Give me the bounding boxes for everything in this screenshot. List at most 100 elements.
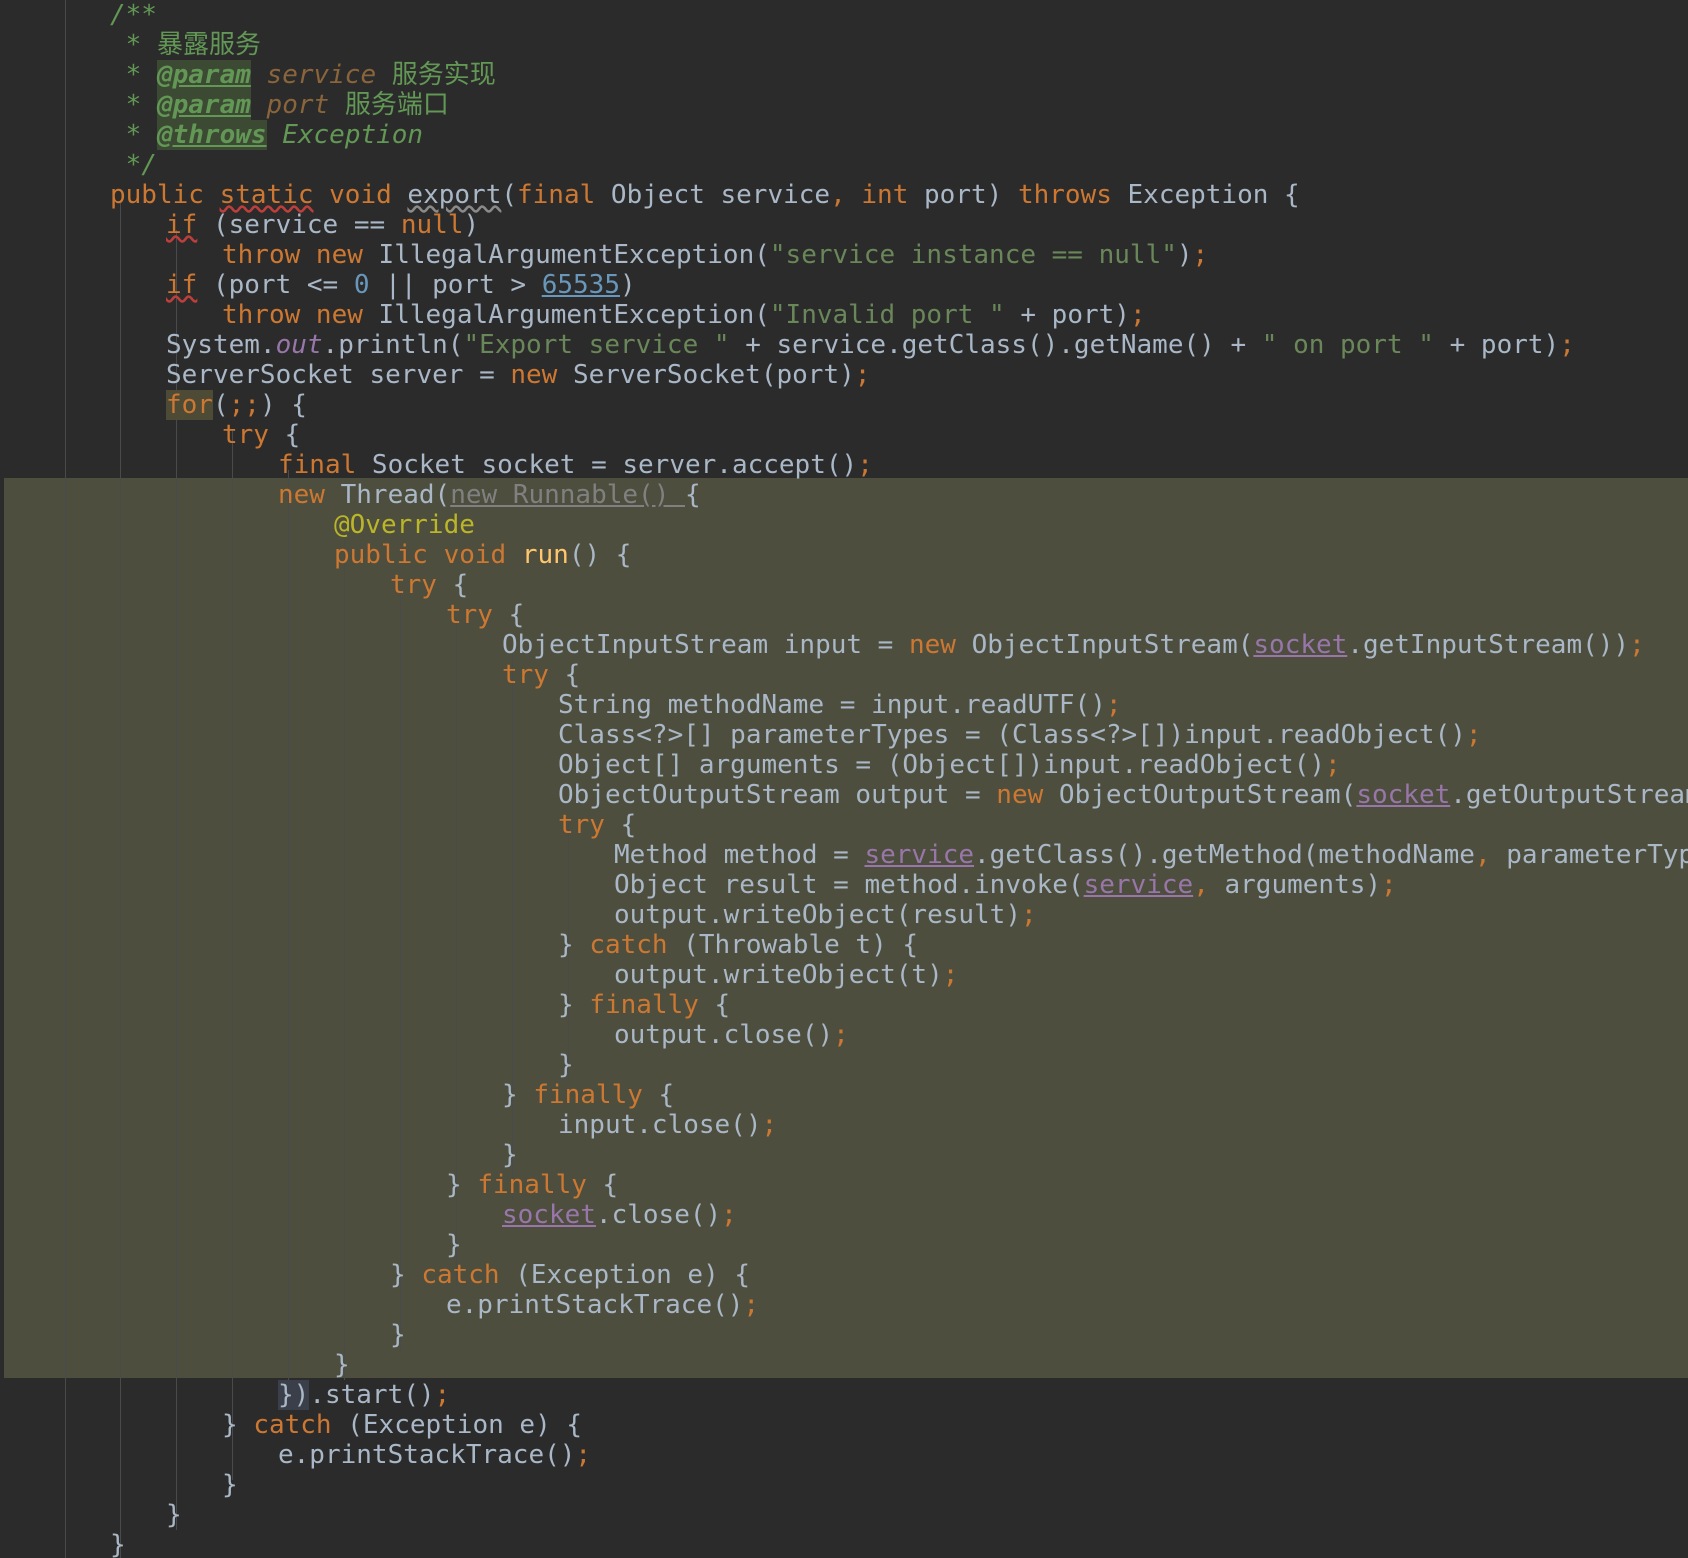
- code-line[interactable]: output.writeObject(result);: [614, 900, 1037, 930]
- code-line[interactable]: } catch (Exception e) {: [390, 1260, 750, 1290]
- code-line[interactable]: for(;;) {: [166, 390, 307, 420]
- code-token: for: [166, 390, 213, 420]
- code-line[interactable]: new Thread(new Runnable() {: [278, 480, 701, 510]
- code-line[interactable]: input.close();: [558, 1110, 777, 1140]
- code-line[interactable]: if (port <= 0 || port > 65535): [166, 270, 636, 300]
- code-token: Method method =: [614, 840, 865, 870]
- code-token: }: [446, 1230, 462, 1260]
- code-token: Class<?>[] parameterTypes = (Class<?>[])…: [558, 720, 1466, 750]
- code-line[interactable]: }: [110, 1530, 126, 1558]
- code-token: IllegalArgumentException(: [378, 240, 770, 270]
- code-line[interactable]: /**: [110, 0, 157, 30]
- code-token: service: [864, 840, 975, 870]
- code-token: ;: [721, 1200, 737, 1230]
- code-token: ,: [1474, 840, 1507, 870]
- code-line[interactable]: * @param service 服务实现: [110, 60, 496, 90]
- code-token: throw new: [222, 300, 379, 330]
- code-line[interactable]: */: [110, 150, 157, 180]
- code-line[interactable]: } finally {: [502, 1080, 674, 1110]
- code-line[interactable]: } catch (Exception e) {: [222, 1410, 582, 1440]
- code-token: public: [110, 180, 220, 210]
- code-token: (: [212, 390, 229, 420]
- code-token: try: [502, 660, 565, 690]
- code-line[interactable]: System.out.println("Export service " + s…: [166, 330, 1575, 360]
- code-token: }: [558, 990, 590, 1020]
- code-line[interactable]: } catch (Throwable t) {: [558, 930, 918, 960]
- code-token: }: [502, 1140, 518, 1170]
- code-line[interactable]: }: [558, 1050, 574, 1080]
- code-token: Object service: [610, 180, 831, 210]
- code-line[interactable]: ObjectInputStream input = new ObjectInpu…: [502, 630, 1645, 660]
- code-token: finally: [477, 1170, 603, 1200]
- code-token: static: [219, 180, 314, 210]
- code-line[interactable]: try {: [222, 420, 300, 450]
- code-editor[interactable]: /** * 暴露服务 * @param service 服务实现 * @para…: [0, 0, 1688, 1558]
- code-token: ObjectInputStream input =: [502, 630, 909, 660]
- code-line[interactable]: if (service == null): [166, 210, 479, 240]
- code-token: }): [278, 1380, 310, 1410]
- code-token: parameterTypes): [1506, 840, 1688, 870]
- code-line[interactable]: }: [502, 1140, 518, 1170]
- code-line[interactable]: * 暴露服务: [110, 30, 261, 60]
- code-token: String methodName = input.readUTF(): [558, 690, 1106, 720]
- code-token: try: [390, 570, 453, 600]
- code-line[interactable]: try {: [502, 660, 580, 690]
- code-line[interactable]: }: [166, 1500, 182, 1530]
- code-line[interactable]: }).start();: [278, 1380, 450, 1410]
- code-line[interactable]: Object[] arguments = (Object[])input.rea…: [558, 750, 1341, 780]
- code-line[interactable]: final Socket socket = server.accept();: [278, 450, 873, 480]
- code-token: ;: [761, 1110, 778, 1140]
- code-token: {: [508, 600, 525, 630]
- code-line[interactable]: public void run() {: [334, 540, 631, 570]
- code-token: output.writeObject(result): [614, 900, 1021, 930]
- code-line[interactable]: } finally {: [446, 1170, 618, 1200]
- code-line[interactable]: }: [334, 1350, 350, 1380]
- code-line[interactable]: Class<?>[] parameterTypes = (Class<?>[])…: [558, 720, 1482, 750]
- code-line[interactable]: output.writeObject(t);: [614, 960, 958, 990]
- indent-guide: [232, 430, 233, 1480]
- code-token: ;: [1021, 900, 1037, 930]
- code-line[interactable]: throw new IllegalArgumentException("serv…: [222, 240, 1208, 270]
- code-token: @throws: [156, 120, 267, 150]
- code-line[interactable]: try {: [390, 570, 468, 600]
- code-line[interactable]: Method method = service.getClass().getMe…: [614, 840, 1688, 870]
- code-token: "service instance == null": [769, 240, 1177, 270]
- code-token: input.close(): [558, 1110, 762, 1140]
- code-token: ) {: [259, 390, 307, 420]
- code-token: Exception: [266, 120, 424, 150]
- code-token: 服务实现: [391, 60, 496, 90]
- code-line[interactable]: * @param port 服务端口: [110, 90, 449, 120]
- code-token: System.: [166, 330, 276, 360]
- code-line[interactable]: }: [390, 1320, 406, 1350]
- code-line[interactable]: e.printStackTrace();: [446, 1290, 759, 1320]
- code-line[interactable]: }: [222, 1470, 238, 1500]
- code-line[interactable]: ServerSocket server = new ServerSocket(p…: [166, 360, 870, 390]
- code-token: final: [517, 180, 611, 210]
- code-token: }: [390, 1320, 406, 1350]
- code-token: port: [250, 90, 345, 120]
- code-line[interactable]: e.printStackTrace();: [278, 1440, 591, 1470]
- code-line[interactable]: ObjectOutputStream output = new ObjectOu…: [558, 780, 1688, 810]
- code-line[interactable]: Object result = method.invoke(service, a…: [614, 870, 1397, 900]
- code-line[interactable]: try {: [446, 600, 524, 630]
- code-line[interactable]: throw new IllegalArgumentException("Inva…: [222, 300, 1146, 330]
- code-token: throws: [1017, 180, 1128, 210]
- code-token: Exception {: [1127, 180, 1300, 210]
- code-token: ;: [1192, 240, 1209, 270]
- code-line[interactable]: } finally {: [558, 990, 730, 1020]
- code-line[interactable]: }: [446, 1230, 462, 1260]
- code-token: ): [1176, 240, 1193, 270]
- code-token: arguments): [1224, 870, 1382, 900]
- code-line[interactable]: * @throws Exception: [110, 120, 423, 150]
- code-line[interactable]: socket.close();: [502, 1200, 737, 1230]
- code-line[interactable]: output.close();: [614, 1020, 849, 1050]
- code-token: *: [110, 120, 157, 150]
- code-line[interactable]: String methodName = input.readUTF();: [558, 690, 1122, 720]
- code-token: 65535: [541, 270, 620, 300]
- code-token: ;: [1129, 300, 1146, 330]
- code-token: {: [564, 660, 581, 690]
- code-line[interactable]: public static void export(final Object s…: [110, 180, 1300, 210]
- code-line[interactable]: @Override: [334, 510, 475, 540]
- code-token: final: [278, 450, 372, 480]
- code-line[interactable]: try {: [558, 810, 636, 840]
